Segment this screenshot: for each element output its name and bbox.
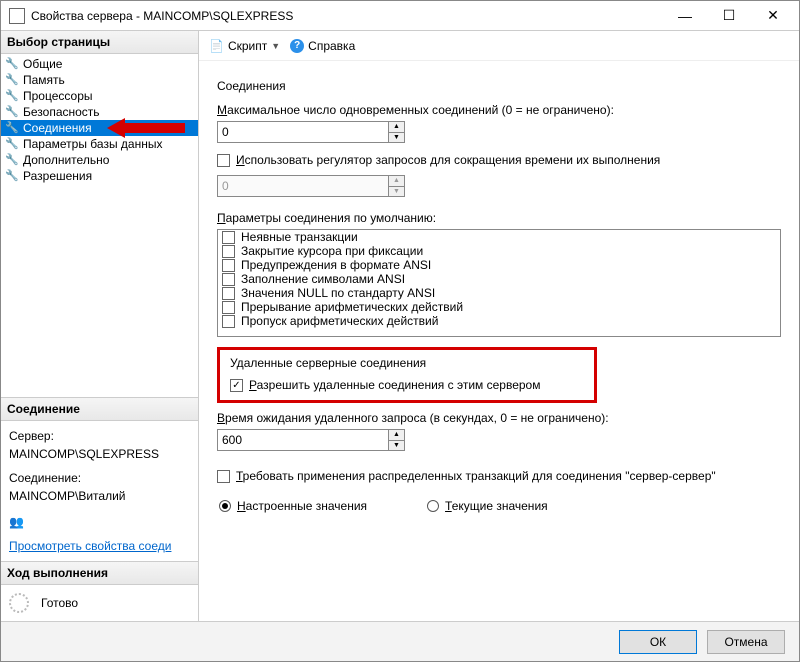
help-button[interactable]: ? Справка (290, 39, 355, 53)
sidebar-item-permissions[interactable]: Разрешения (1, 168, 198, 184)
chevron-down-icon: ▼ (271, 41, 280, 51)
sidebar-item-general[interactable]: Общие (1, 56, 198, 72)
page-nav-list: Общие Память Процессоры Безопасность Сое… (1, 54, 198, 186)
titlebar: Свойства сервера - MAINCOMP\SQLEXPRESS —… (1, 1, 799, 31)
people-icon: 👥 (9, 513, 24, 531)
remote-connections-header: Удаленные серверные соединения (230, 356, 584, 370)
list-item[interactable]: Закрытие курсора при фиксации (218, 244, 780, 258)
sidebar-item-processors[interactable]: Процессоры (1, 88, 198, 104)
option-checkbox[interactable] (222, 245, 235, 258)
dialog-footer: ОК Отмена (1, 621, 799, 661)
list-item[interactable]: Неявные транзакции (218, 230, 780, 244)
sidebar-item-memory[interactable]: Память (1, 72, 198, 88)
option-checkbox[interactable] (222, 315, 235, 328)
list-item[interactable]: Пропуск арифметических действий (218, 314, 780, 328)
sidebar-item-database-settings[interactable]: Параметры базы данных (1, 136, 198, 152)
progress-status: Готово (41, 596, 78, 610)
remote-timeout-label: Время ожидания удаленного запроса (в сек… (217, 411, 781, 425)
window-title: Свойства сервера - MAINCOMP\SQLEXPRESS (31, 9, 663, 23)
sidebar: Выбор страницы Общие Память Процессоры Б… (1, 31, 199, 621)
server-label: Сервер: (9, 427, 190, 445)
option-checkbox[interactable] (222, 259, 235, 272)
script-icon: 📄 (209, 39, 224, 53)
connection-label: Соединение: (9, 469, 190, 487)
toolbar: 📄 Скрипт ▼ ? Справка (199, 31, 799, 61)
minimize-button[interactable]: — (663, 2, 707, 30)
max-connections-input[interactable]: ▲▼ (217, 121, 405, 143)
close-button[interactable]: ✕ (751, 2, 795, 30)
option-checkbox[interactable] (222, 287, 235, 300)
list-item[interactable]: Прерывание арифметических действий (218, 300, 780, 314)
query-governor-checkbox[interactable] (217, 154, 230, 167)
remote-timeout-field[interactable] (218, 430, 388, 450)
configured-values-radio[interactable]: Настроенные значения (219, 499, 367, 513)
script-button[interactable]: 📄 Скрипт ▼ (209, 39, 280, 53)
allow-remote-checkbox[interactable] (230, 379, 243, 392)
query-governor-field (218, 176, 388, 196)
allow-remote-label: Разрешить удаленные соединения с этим се… (249, 378, 540, 392)
main-panel: 📄 Скрипт ▼ ? Справка Соединения Максимал… (199, 31, 799, 621)
connection-options-listbox[interactable]: Неявные транзакции Закрытие курсора при … (217, 229, 781, 337)
help-icon: ? (290, 39, 304, 53)
max-connections-field[interactable] (218, 122, 388, 142)
max-connections-label: Максимальное число одновременных соедине… (217, 103, 781, 117)
spin-down-icon[interactable]: ▼ (389, 133, 404, 143)
require-dtc-checkbox[interactable] (217, 470, 230, 483)
list-item[interactable]: Заполнение символами ANSI (218, 272, 780, 286)
connection-info: Сервер: MAINCOMP\SQLEXPRESS Соединение: … (1, 421, 198, 561)
highlight-arrow-icon (107, 118, 185, 138)
option-checkbox[interactable] (222, 273, 235, 286)
spin-up-icon[interactable]: ▲ (389, 430, 404, 441)
connections-section-title: Соединения (217, 79, 781, 93)
option-checkbox[interactable] (222, 231, 235, 244)
radio-on-icon (219, 500, 231, 512)
sidebar-item-advanced[interactable]: Дополнительно (1, 152, 198, 168)
connection-value: MAINCOMP\Виталий (9, 487, 190, 505)
remote-connections-highlight: Удаленные серверные соединения Разрешить… (217, 347, 597, 403)
connection-header: Соединение (1, 398, 198, 421)
list-item[interactable]: Предупреждения в формате ANSI (218, 258, 780, 272)
window-buttons: — ☐ ✕ (663, 2, 795, 30)
view-connection-properties-link[interactable]: Просмотреть свойства соеди (9, 537, 171, 555)
sidebar-item-connections[interactable]: Соединения (1, 120, 198, 136)
spin-down-icon: ▼ (389, 187, 404, 197)
spin-up-icon: ▲ (389, 176, 404, 187)
server-value: MAINCOMP\SQLEXPRESS (9, 445, 190, 463)
list-item[interactable]: Значения NULL по стандарту ANSI (218, 286, 780, 300)
spin-up-icon[interactable]: ▲ (389, 122, 404, 133)
remote-timeout-input[interactable]: ▲▼ (217, 429, 405, 451)
query-governor-label: Использовать регулятор запросов для сокр… (236, 153, 660, 167)
running-values-radio[interactable]: Текущие значения (427, 499, 548, 513)
cancel-button[interactable]: Отмена (707, 630, 785, 654)
sidebar-item-security[interactable]: Безопасность (1, 104, 198, 120)
progress-spinner-icon (9, 593, 29, 613)
spin-down-icon[interactable]: ▼ (389, 441, 404, 451)
option-checkbox[interactable] (222, 301, 235, 314)
app-icon (9, 8, 25, 24)
require-dtc-label: Требовать применения распределенных тран… (236, 469, 716, 483)
maximize-button[interactable]: ☐ (707, 2, 751, 30)
progress-header: Ход выполнения (1, 562, 198, 585)
default-options-label: Параметры соединения по умолчанию: (217, 211, 781, 225)
query-governor-input: ▲▼ (217, 175, 405, 197)
ok-button[interactable]: ОК (619, 630, 697, 654)
page-selector-header: Выбор страницы (1, 31, 198, 54)
radio-off-icon (427, 500, 439, 512)
